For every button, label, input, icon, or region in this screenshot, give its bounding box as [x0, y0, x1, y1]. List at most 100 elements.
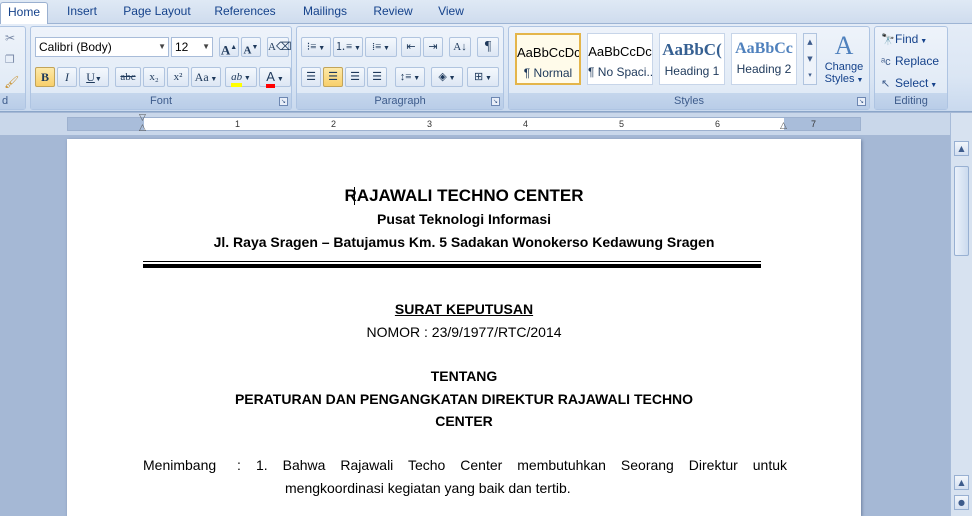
grow-font-button[interactable]: A▲	[219, 37, 239, 57]
chevron-down-icon: ▼	[242, 74, 251, 82]
document-page[interactable]: RAJAWALI TECHNO CENTER Pusat Teknologi I…	[67, 139, 861, 516]
tab-mailings[interactable]: Mailings	[294, 2, 356, 23]
style-normal[interactable]: AaBbCcDc ¶ Normal	[515, 33, 581, 85]
styles-dialog-launcher-icon[interactable]: ↘	[857, 97, 866, 106]
tab-page-layout[interactable]: Page Layout	[118, 2, 196, 23]
line-spacing-button[interactable]: ↕≡ ▼	[395, 67, 425, 87]
hanging-indent-marker[interactable]: △	[139, 124, 146, 133]
align-right-button[interactable]: ☰	[345, 67, 365, 87]
font-size-select[interactable]: 12 ▼	[171, 37, 213, 57]
change-styles-button[interactable]: A Change Styles ▼	[821, 31, 867, 93]
italic-button[interactable]: I	[57, 67, 77, 87]
chevron-down-icon: ▼	[94, 75, 102, 83]
show-hide-button[interactable]: ¶	[477, 37, 499, 57]
format-painter-icon[interactable]: 🖌	[4, 75, 19, 89]
letterhead-divider-thin	[143, 261, 761, 262]
tab-review[interactable]: Review	[368, 2, 418, 23]
font-dialog-launcher-icon[interactable]: ↘	[279, 97, 288, 106]
style-sample: AaBbC(	[662, 40, 722, 59]
chevron-down-icon: ▼	[411, 74, 421, 82]
increase-indent-icon: ⇥	[428, 41, 438, 53]
select-label: Select	[895, 76, 929, 90]
scrollbar-thumb[interactable]	[954, 166, 969, 256]
chevron-down-icon: ▼	[483, 74, 492, 82]
vertical-scrollbar[interactable]: ▲ ▲ ●	[950, 113, 972, 516]
numbering-button[interactable]: ⒈≡ ▼	[333, 37, 363, 57]
style-sample: AaBbCcDc	[517, 45, 579, 60]
bold-button[interactable]: B	[35, 67, 55, 87]
font-family-value: Calibri (Body)	[39, 40, 112, 54]
considering-colon: :	[237, 457, 241, 473]
styles-group-label: Styles	[509, 93, 869, 109]
browse-object-icon[interactable]: ●	[954, 495, 969, 510]
multilevel-list-button[interactable]: ⁞≡ ▼	[365, 37, 397, 57]
letter-number: NOMOR : 23/9/1977/RTC/2014	[366, 324, 562, 340]
select-button[interactable]: ↖ Select ▼	[881, 76, 937, 90]
copy-icon[interactable]: ❐	[5, 53, 15, 66]
subscript-button[interactable]: x₂	[143, 67, 165, 87]
align-right-icon: ☰	[350, 71, 360, 83]
regulation-title-line1: PERATURAN DAN PENGANGKATAN DIREKTUR RAJA…	[234, 391, 694, 407]
scroll-up-icon[interactable]: ▲	[954, 141, 969, 156]
replace-button[interactable]: ᵃc Replace	[881, 54, 939, 68]
tab-insert[interactable]: Insert	[55, 2, 109, 23]
chevron-down-icon: ▼	[208, 75, 218, 83]
grow-font-icon: A	[220, 42, 231, 58]
replace-icon: ᵃc	[881, 56, 891, 68]
underline-button[interactable]: U ▼	[79, 67, 109, 87]
line-spacing-icon: ↕≡	[399, 71, 412, 83]
bullets-button[interactable]: ⁝≡ ▼	[301, 37, 331, 57]
increase-indent-button[interactable]: ⇥	[423, 37, 443, 57]
justify-button[interactable]: ☰	[367, 67, 387, 87]
letterhead-subtitle: Pusat Teknologi Informasi	[377, 211, 551, 227]
borders-button[interactable]: ⊞ ▼	[467, 67, 499, 87]
right-margin-area	[784, 118, 860, 130]
previous-page-icon[interactable]: ▲	[954, 475, 969, 490]
style-heading-2[interactable]: AaBbCc Heading 2	[731, 33, 797, 85]
shading-button[interactable]: ◈ ▼	[431, 67, 463, 87]
letterhead-title: RAJAWALI TECHNO CENTER	[344, 186, 584, 205]
letterhead-divider-thick	[143, 264, 761, 268]
find-button[interactable]: 🔭Find ▼	[881, 32, 927, 46]
clipboard-group: ✂ ❐ 🖌 d	[0, 26, 26, 110]
style-no-spacing[interactable]: AaBbCcDc ¶ No Spaci...	[587, 33, 653, 85]
chevron-down-icon: ▼	[928, 82, 938, 89]
chevron-down-icon: ▼	[918, 38, 928, 45]
style-name: ¶ Normal	[523, 66, 573, 80]
letter-type-heading: SURAT KEPUTUSAN	[394, 301, 534, 317]
font-color-button[interactable]: A ▼	[259, 67, 291, 88]
first-line-indent-marker[interactable]: ▽	[139, 114, 146, 123]
style-heading-1[interactable]: AaBbC( Heading 1	[659, 33, 725, 85]
replace-label: Replace	[895, 54, 940, 68]
font-color-icon: A	[266, 69, 275, 88]
font-family-select[interactable]: Calibri (Body) ▼	[35, 37, 169, 57]
clear-formatting-button[interactable]: A⌫	[267, 37, 292, 57]
clear-formatting-icon: A⌫	[268, 41, 292, 53]
chevron-up-icon[interactable]: ▲	[804, 34, 816, 51]
text-highlight-button[interactable]: ab ▼	[225, 67, 257, 87]
change-case-button[interactable]: Aa ▼	[191, 67, 221, 87]
ruler-number: 3	[427, 119, 433, 129]
styles-group: AaBbCcDc ¶ Normal AaBbCcDc ¶ No Spaci...…	[508, 26, 870, 110]
cut-icon[interactable]: ✂	[5, 31, 15, 45]
right-indent-marker[interactable]: △	[780, 122, 787, 131]
change-case-label: Aa	[194, 70, 209, 84]
tab-view[interactable]: View	[430, 2, 472, 23]
horizontal-ruler[interactable]: 1 2 3 4 5 6 7 ▽ △ △	[67, 114, 861, 133]
chevron-down-icon: ▼	[158, 42, 166, 51]
align-left-button[interactable]: ☰	[301, 67, 321, 87]
styles-gallery-scroller[interactable]: ▲ ▼ ▾	[803, 33, 817, 85]
paragraph-dialog-launcher-icon[interactable]: ↘	[491, 97, 500, 106]
chevron-down-icon[interactable]: ▼	[804, 51, 816, 68]
more-styles-icon[interactable]: ▾	[804, 68, 816, 82]
tab-home[interactable]: Home	[0, 2, 48, 25]
chevron-down-icon: ▼	[446, 74, 456, 82]
tab-references[interactable]: References	[208, 2, 282, 23]
superscript-button[interactable]: x²	[167, 67, 189, 87]
strikethrough-button[interactable]: abc	[115, 67, 141, 87]
bullet-list-icon: ⁝≡	[306, 41, 317, 53]
shrink-font-button[interactable]: A▼	[241, 37, 261, 57]
align-center-button[interactable]: ☰	[323, 67, 343, 87]
decrease-indent-button[interactable]: ⇤	[401, 37, 421, 57]
sort-button[interactable]: A↓	[449, 37, 471, 57]
